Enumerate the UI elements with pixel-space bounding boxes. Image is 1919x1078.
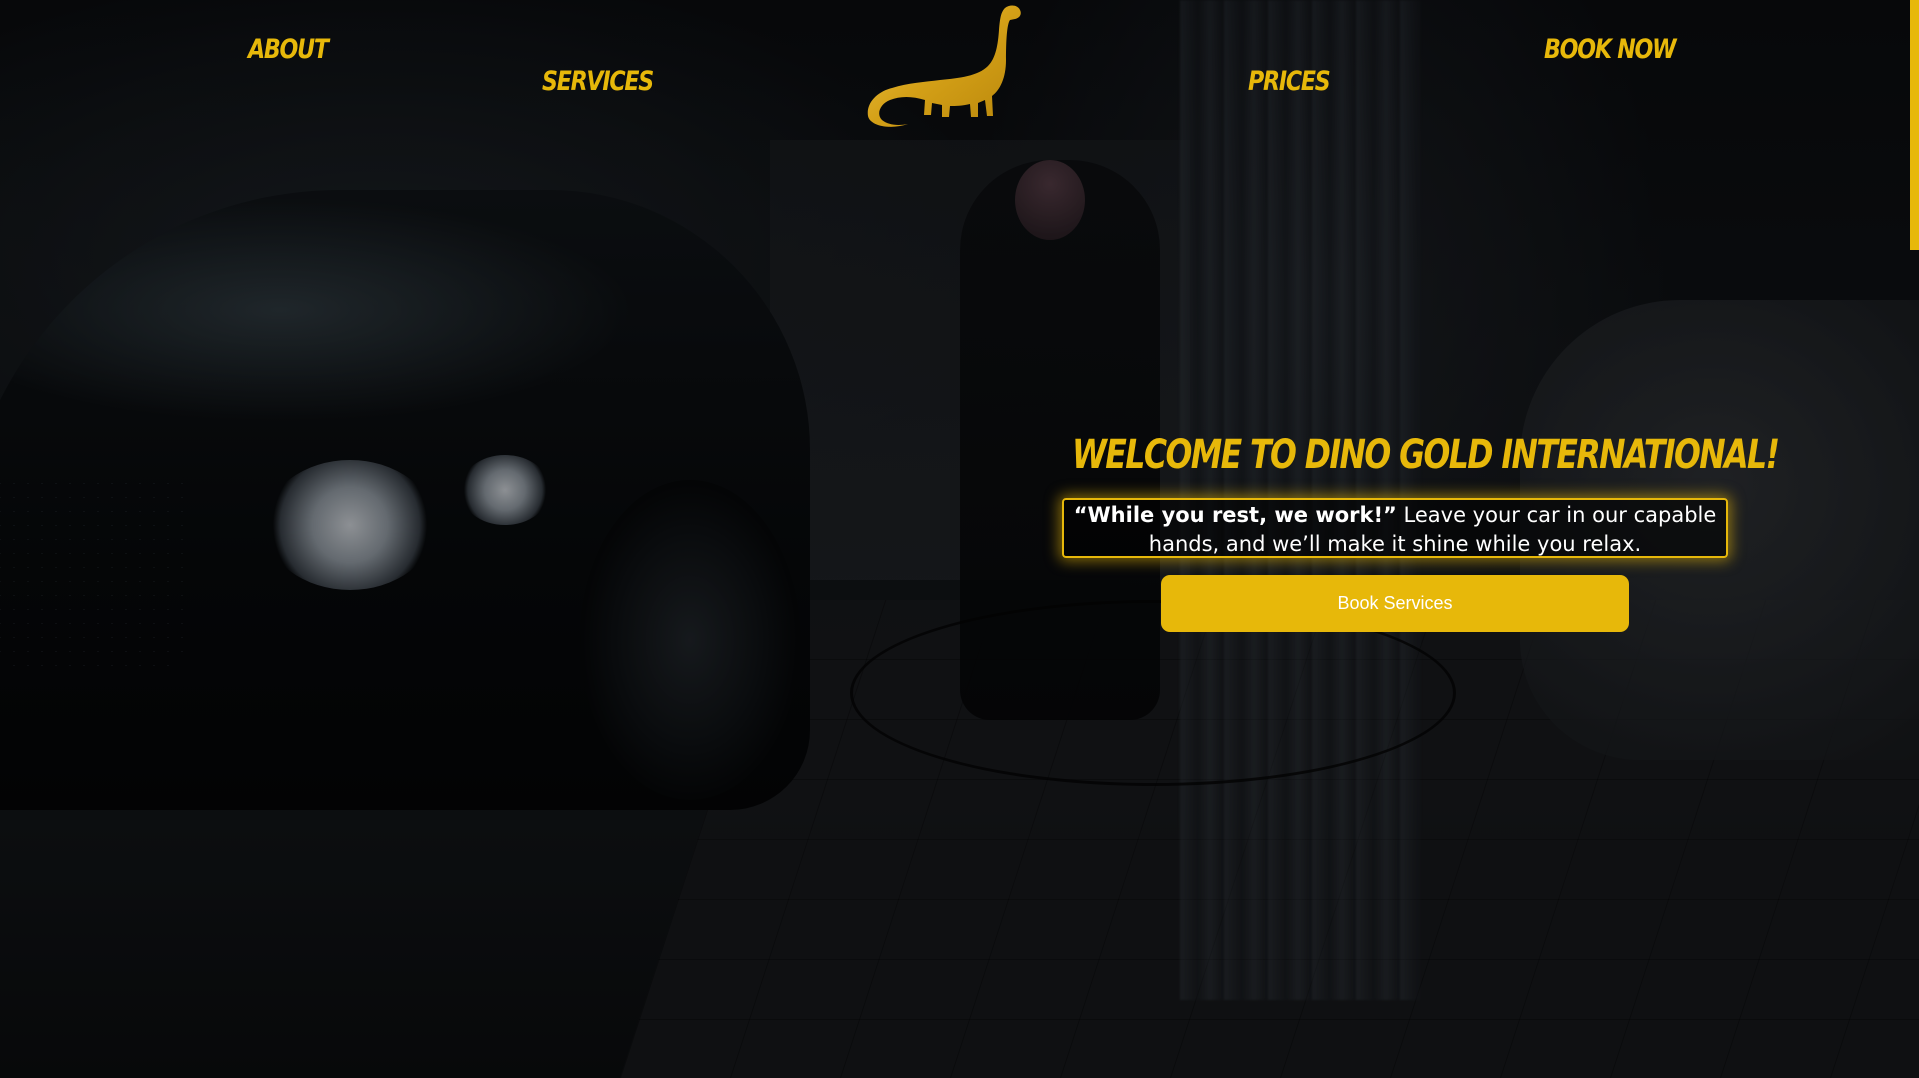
book-services-button[interactable]: Book Services [1161,575,1629,632]
dinosaur-icon [867,5,1021,127]
hero-title: Welcome to Dino Gold International! [1072,432,1780,478]
nav-services-link[interactable]: Services [542,66,654,97]
hero-tagline: “While you rest, we work!” Leave your ca… [1062,498,1728,558]
scrollbar-track[interactable] [1910,0,1919,1078]
nav-prices-link[interactable]: Prices [1248,66,1331,97]
logo-link[interactable] [860,0,1030,130]
page: About Services Prices Book Now Welcome t… [0,0,1919,1078]
nav-book-now-link[interactable]: Book Now [1544,34,1677,65]
tagline-bold: “While you rest, we work!” [1073,503,1397,527]
nav-about-link[interactable]: About [248,34,329,65]
scrollbar-thumb[interactable] [1910,0,1919,250]
